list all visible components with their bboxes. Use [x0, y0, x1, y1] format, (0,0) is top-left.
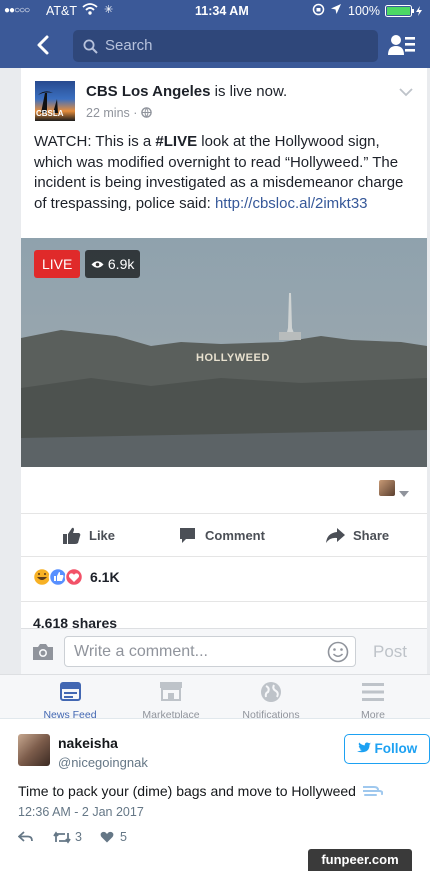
like-button[interactable]: Like [63, 514, 115, 556]
post-action-bar: Like Comment Share [21, 513, 427, 557]
share-button[interactable]: Share [326, 514, 389, 556]
location-icon [330, 3, 342, 18]
thumbs-up-icon [63, 527, 81, 544]
back-arrow-icon[interactable] [33, 34, 55, 56]
comment-icon [180, 527, 195, 543]
viewer-count-badge: 6.9k [85, 250, 141, 278]
hollywood-sign-text: HOLLYWEED [196, 352, 270, 364]
emoji-icon[interactable] [327, 641, 349, 663]
tweet-handle[interactable]: @nicegoingnak [58, 755, 148, 770]
comment-composer: Write a comment... Post [21, 628, 427, 674]
tweet-actions: 3 5 [18, 829, 127, 845]
battery-percent: 100% [348, 4, 380, 18]
search-bar[interactable]: Search [73, 30, 378, 62]
comment-button[interactable]: Comment [179, 514, 265, 556]
post-time[interactable]: 22 mins [86, 106, 130, 120]
carrier: AT&T [46, 4, 78, 18]
search-placeholder: Search [105, 37, 153, 54]
dash-symbol-icon [361, 786, 384, 796]
heart-icon[interactable] [100, 831, 114, 843]
globe-icon [141, 107, 152, 118]
post-link[interactable]: http://cbsloc.al/2imkt33 [215, 195, 368, 212]
tweet-author-name[interactable]: nakeisha [58, 735, 118, 751]
share-label: Share [353, 527, 390, 543]
menu-icon [362, 683, 384, 701]
page-name-link[interactable]: CBS Los Angeles [86, 83, 210, 100]
viewer-count: 6.9k [107, 256, 135, 272]
post-comment-button[interactable]: Post [373, 642, 407, 662]
status-bar: ●●○○○ AT&T ✳ 11:34 AM 100% [0, 0, 430, 22]
follow-label: Follow [374, 741, 418, 756]
reaction-icons [32, 567, 84, 587]
search-icon [83, 39, 98, 54]
top-navigation-bar: Search [0, 22, 430, 68]
share-count[interactable]: 4,618 shares [33, 615, 117, 628]
follow-button[interactable]: Follow [344, 734, 430, 764]
friends-list-icon[interactable] [388, 33, 416, 57]
wifi-icon [82, 2, 98, 19]
reply-icon[interactable] [18, 831, 33, 843]
signal-strength: ●●○○○ [4, 5, 30, 16]
share-arrow-icon [326, 527, 345, 543]
news-feed-icon [60, 682, 81, 701]
hashtag-live[interactable]: #LIVE [155, 133, 197, 150]
live-label: LIVE [42, 256, 73, 272]
cbs-la-logo[interactable]: CBSLA [35, 81, 75, 121]
tweet-card: nakeisha @nicegoingnak Follow Time to pa… [0, 718, 430, 871]
battery-icon [385, 5, 425, 20]
reaction-identity-avatar[interactable] [379, 480, 395, 496]
like-label: Like [89, 527, 116, 543]
comment-input[interactable]: Write a comment... [64, 636, 356, 667]
retweet-count: 3 [75, 830, 82, 844]
divider [21, 601, 427, 602]
tweet-avatar[interactable] [18, 734, 50, 766]
tweet-text-line: Time to pack your (dime) bags and move t… [18, 783, 384, 799]
post-meta: 22 mins · [86, 106, 152, 120]
twitter-bird-icon [356, 742, 371, 753]
post-options-chevron-icon[interactable] [399, 84, 413, 102]
post-text: WATCH: This is a #LIVE look at the Holly… [34, 132, 416, 214]
marketplace-icon [160, 682, 182, 701]
identity-chevron-icon[interactable] [399, 485, 409, 503]
rotation-lock-icon [312, 3, 325, 19]
live-badge: LIVE [34, 250, 81, 278]
post-card: CBSLA CBS Los Angeles is live now. 22 mi… [21, 68, 427, 628]
comment-placeholder: Write a comment... [74, 643, 208, 660]
live-video[interactable]: HOLLYWEED LIVE 6.9k [21, 238, 427, 467]
clock: 11:34 AM [195, 4, 249, 18]
post-text-start: WATCH: This is a [34, 133, 156, 150]
bottom-tab-bar: News Feed Marketplace Notifications More [0, 674, 430, 721]
retweet-icon[interactable] [53, 830, 71, 844]
globe-notifications-icon [261, 682, 281, 702]
tweet-timestamp[interactable]: 12:36 AM - 2 Jan 2017 [18, 805, 144, 819]
comment-label: Comment [205, 527, 265, 543]
post-action-text: is live now. [210, 83, 288, 100]
logo-text: CBSLA [36, 109, 64, 118]
post-author-line: CBS Los Angeles is live now. [86, 83, 396, 100]
reaction-count: 6.1K [90, 569, 120, 585]
camera-icon[interactable] [32, 643, 54, 661]
tweet-text: Time to pack your (dime) bags and move t… [18, 783, 356, 799]
loading-icon: ✳ [104, 4, 114, 16]
eye-icon [91, 261, 104, 268]
like-count: 5 [119, 830, 127, 844]
watermark: funpeer.com [308, 849, 412, 871]
reactions-summary[interactable]: 6.1K [32, 567, 120, 587]
